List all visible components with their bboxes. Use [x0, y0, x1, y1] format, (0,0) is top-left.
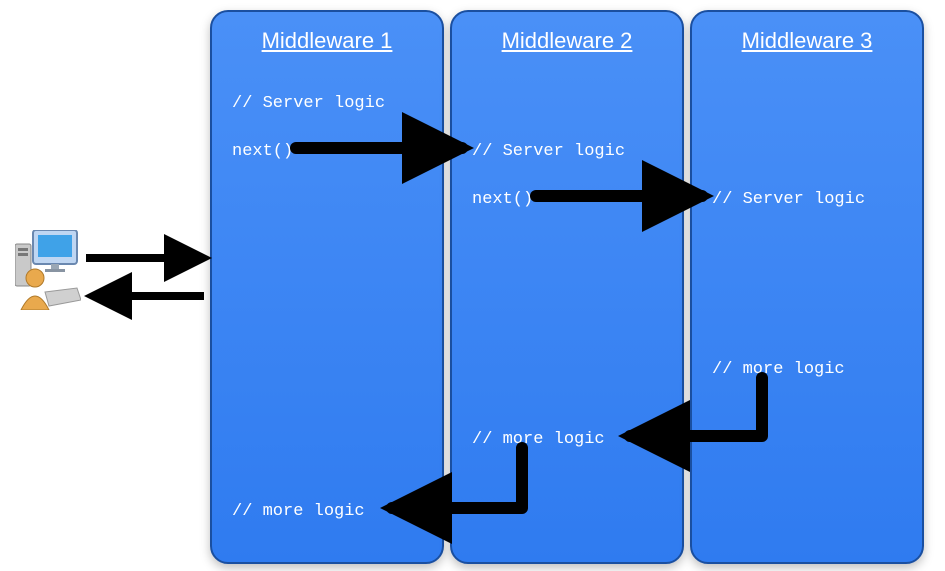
server-logic-3: // Server logic	[712, 190, 865, 209]
more-logic-3: // more logic	[712, 360, 845, 379]
more-logic-1: // more logic	[232, 502, 365, 521]
server-logic-1: // Server logic	[232, 94, 385, 113]
user-computer-icon	[15, 230, 81, 310]
next-call-2: next()	[472, 190, 533, 209]
next-call-1: next()	[232, 142, 293, 161]
middleware-box-3: Middleware 3 // Server logic // more log…	[690, 10, 924, 564]
middleware-title-2: Middleware 2	[452, 28, 682, 54]
server-logic-2: // Server logic	[472, 142, 625, 161]
diagram-stage: Middleware 1 // Server logic next() // m…	[0, 0, 945, 571]
middleware-box-1: Middleware 1 // Server logic next() // m…	[210, 10, 444, 564]
middleware-title-3: Middleware 3	[692, 28, 922, 54]
middleware-title-1: Middleware 1	[212, 28, 442, 54]
more-logic-2: // more logic	[472, 430, 605, 449]
middleware-box-2: Middleware 2 // Server logic next() // m…	[450, 10, 684, 564]
